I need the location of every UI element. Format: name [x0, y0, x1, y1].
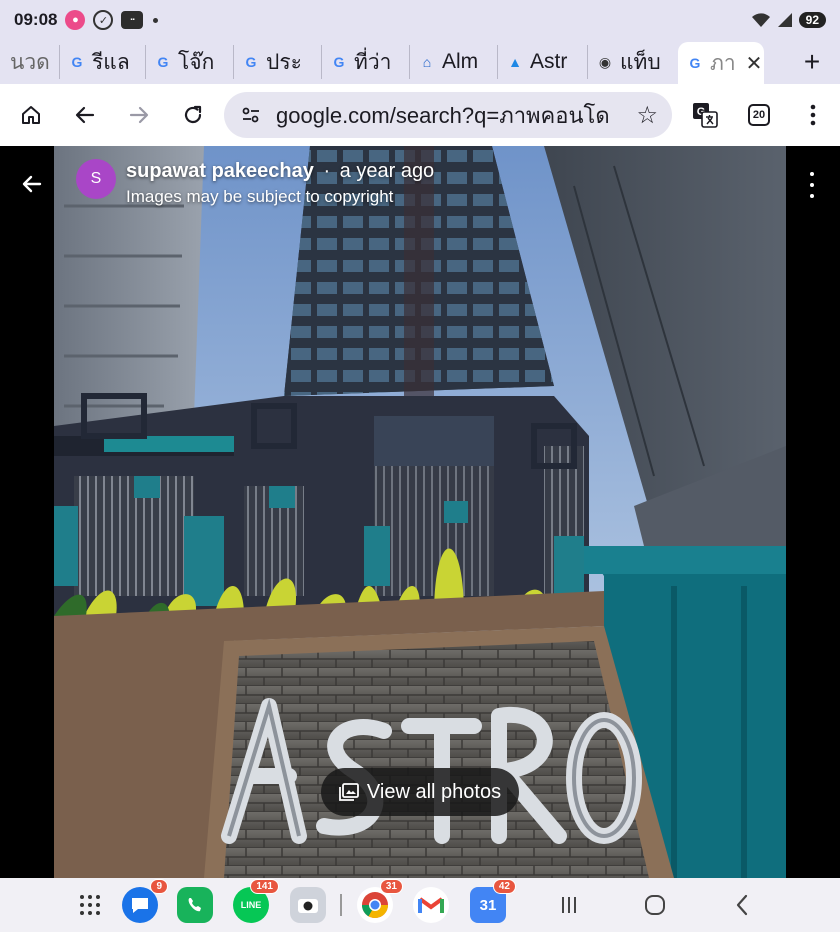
messages-badge: 9 [150, 879, 168, 894]
tab-label: รีแล [92, 50, 130, 74]
phone-app-icon[interactable] [177, 887, 213, 923]
navigation-dock: 9 LINE 141 31 31 42 [0, 878, 840, 932]
wifi-icon [751, 13, 770, 27]
tab-label: โจ๊ก [178, 50, 215, 74]
more-vertical-icon [810, 104, 816, 126]
status-bar: 09:08 ● ✓ ▪▪ 92 [0, 0, 840, 40]
tab-item-active[interactable]: G ภา ✕ [678, 42, 764, 84]
tab-item[interactable]: นวด [0, 45, 60, 79]
author-text: supawat pakeechay · a year ago Images ma… [126, 159, 434, 209]
view-all-photos-button[interactable]: View all photos [321, 768, 519, 816]
address-bar[interactable]: google.com/search?q=ภาพคอนโด ☆ [224, 92, 672, 138]
mountain-icon: ▲ [508, 54, 522, 70]
screen: 09:08 ● ✓ ▪▪ 92 นวด G รีแล G โจ๊ก G ประ … [0, 0, 840, 932]
recents-icon [562, 897, 576, 913]
avatar[interactable]: S [76, 159, 116, 199]
google-icon: G [245, 54, 257, 70]
chrome-icon: ◉ [598, 53, 612, 70]
translate-button[interactable]: G [678, 88, 732, 142]
back-button[interactable] [58, 88, 112, 142]
forward-button[interactable] [112, 88, 166, 142]
tab-item[interactable]: ⌂ Alm [410, 45, 498, 79]
tab-item[interactable]: G รีแล [60, 45, 146, 79]
signal-icon [777, 13, 792, 27]
image-viewer: S supawat pakeechay · a year ago Images … [0, 146, 840, 878]
app-icon: ▪▪ [121, 11, 144, 29]
check-circle-icon: ✓ [93, 10, 114, 30]
google-icon: G [689, 55, 701, 71]
home-nav-button[interactable] [640, 890, 670, 920]
photos-icon [339, 783, 359, 801]
bookmark-star-icon[interactable]: ☆ [636, 101, 658, 130]
reload-icon [184, 105, 202, 124]
dot-icon [153, 17, 159, 23]
browser-toolbar: google.com/search?q=ภาพคอนโด ☆ G 20 [0, 84, 840, 146]
arrow-left-icon [22, 175, 42, 193]
chrome-app-icon[interactable]: 31 [357, 879, 403, 923]
translate-icon: G [693, 103, 718, 128]
posted-time: a year ago [339, 160, 435, 182]
tab-item[interactable]: ▲ Astr [498, 45, 588, 79]
google-icon: G [157, 54, 169, 70]
tab-item[interactable]: G โจ๊ก [146, 45, 234, 79]
recents-button[interactable] [554, 890, 584, 920]
app-drawer-icon[interactable] [80, 895, 100, 915]
back-nav-button[interactable] [727, 890, 757, 920]
close-icon[interactable]: ✕ [746, 51, 763, 76]
gmail-app-icon[interactable] [413, 887, 449, 923]
menu-button[interactable] [786, 88, 840, 142]
tab-count: 20 [748, 104, 770, 126]
google-icon: G [71, 54, 83, 70]
author-line: supawat pakeechay · a year ago [126, 159, 434, 183]
arrow-left-icon [75, 106, 95, 124]
house-icon: ⌂ [422, 54, 432, 70]
google-icon: G [333, 54, 345, 70]
home-circle-icon [645, 895, 665, 915]
reload-button[interactable] [166, 88, 220, 142]
home-icon [22, 106, 40, 124]
new-tab-button[interactable]: + [784, 46, 840, 78]
calendar-day: 31 [479, 896, 497, 914]
url-text[interactable]: google.com/search?q=ภาพคอนโด [276, 98, 636, 133]
home-button[interactable] [4, 88, 58, 142]
view-all-label: View all photos [366, 780, 502, 803]
tab-label: ภา [710, 51, 736, 75]
tab-label: แท็บ [620, 50, 661, 74]
status-right: 92 [751, 12, 826, 28]
calendar-app-icon[interactable]: 31 42 [470, 879, 516, 923]
author-name[interactable]: supawat pakeechay [126, 160, 314, 182]
more-options-button[interactable] [806, 172, 818, 198]
tab-strip: นวด G รีแล G โจ๊ก G ประ G ที่ว่า ⌂ Alm ▲… [0, 40, 840, 84]
tab-label: Astr [530, 50, 568, 73]
tab-switcher-button[interactable]: 20 [732, 88, 786, 142]
tab-label: นวด [10, 50, 50, 74]
tab-item[interactable]: G ประ [234, 45, 322, 79]
tab-item[interactable]: ◉ แท็บ [588, 45, 678, 79]
chrome-badge: 31 [379, 879, 403, 894]
tab-label: Alm [442, 50, 479, 73]
app-notification-icon: ● [65, 10, 86, 30]
author-info: S supawat pakeechay · a year ago Images … [76, 159, 434, 209]
tab-label: ประ [266, 50, 302, 74]
chevron-left-icon [736, 894, 748, 916]
arrow-right-icon [129, 106, 149, 124]
copyright-notice: Images may be subject to copyright [126, 187, 394, 206]
tab-label: ที่ว่า [354, 50, 392, 74]
tab-item[interactable]: G ที่ว่า [322, 45, 410, 79]
camera-app-icon[interactable] [290, 887, 326, 923]
site-settings-icon[interactable] [240, 104, 262, 126]
separator: · [323, 160, 331, 182]
calendar-badge: 42 [492, 879, 516, 894]
back-button[interactable] [14, 166, 50, 202]
line-app-icon[interactable]: LINE 141 [233, 879, 279, 923]
status-time: 09:08 [14, 10, 58, 29]
battery-indicator: 92 [798, 12, 826, 28]
dock-divider [340, 894, 342, 916]
messages-app-icon[interactable]: 9 [122, 879, 168, 923]
line-badge: 141 [250, 879, 279, 894]
